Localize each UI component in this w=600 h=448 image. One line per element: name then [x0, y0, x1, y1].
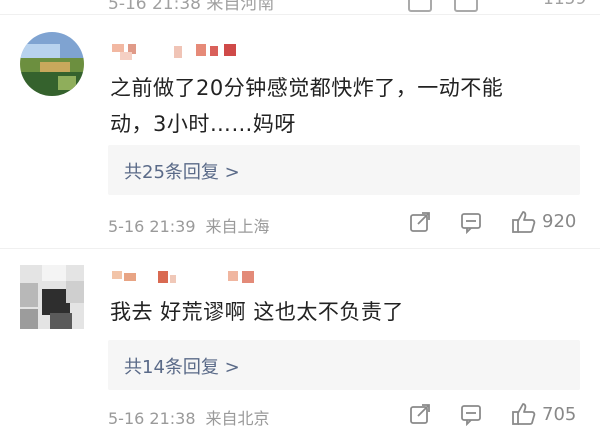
- view-replies-button[interactable]: 共25条回复 >: [108, 145, 580, 195]
- replies-label: 共14条回复 >: [124, 357, 240, 378]
- comment-text: 之前做了20分钟感觉都快炸了，一动不能 动，3小时……妈呀: [110, 70, 570, 142]
- nickname-mosaic[interactable]: [112, 44, 262, 64]
- comment-icon[interactable]: [459, 402, 483, 426]
- comment-location: 来自上海: [205, 217, 270, 236]
- comment-icon[interactable]: [454, 0, 478, 12]
- previous-comment-meta: 5-16 21:38 来自河南: [108, 0, 275, 14]
- like-count: 920: [542, 211, 577, 232]
- replies-label: 共25条回复 >: [124, 162, 240, 183]
- comment-text: 我去 好荒谬啊 这也太不负责了: [110, 294, 570, 330]
- like-count: 705: [542, 404, 577, 425]
- share-icon[interactable]: [408, 210, 432, 234]
- nickname-mosaic[interactable]: [112, 271, 262, 291]
- thumbs-up-icon[interactable]: [510, 208, 538, 236]
- comment-meta: 5-16 21:38 来自北京: [108, 405, 270, 429]
- comment-time: 5-16 21:38: [108, 409, 196, 428]
- share-icon[interactable]: [408, 402, 432, 426]
- previous-like-count: 1159: [543, 0, 586, 9]
- share-icon[interactable]: [408, 0, 432, 12]
- comment-item: 我去 好荒谬啊 这也太不负责了 共14条回复 > 5-16 21:38 来自北京 …: [0, 249, 600, 448]
- thumbs-up-icon[interactable]: [510, 400, 538, 428]
- avatar[interactable]: [20, 265, 84, 329]
- comment-meta: 5-16 21:39 来自上海: [108, 213, 270, 237]
- comment-text-line: 之前做了20分钟感觉都快炸了，一动不能: [110, 76, 504, 100]
- comment-time: 5-16 21:39: [108, 217, 196, 236]
- comment-text-line: 动，3小时……妈呀: [110, 112, 296, 136]
- comment-text-line: 我去 好荒谬啊 这也太不负责了: [110, 300, 404, 324]
- avatar[interactable]: [20, 32, 84, 96]
- previous-comment-fragment: 5-16 21:38 来自河南 1159: [0, 0, 600, 14]
- comment-location: 来自北京: [205, 409, 270, 428]
- view-replies-button[interactable]: 共14条回复 >: [108, 340, 580, 390]
- comment-icon[interactable]: [459, 210, 483, 234]
- comment-item: 之前做了20分钟感觉都快炸了，一动不能 动，3小时……妈呀 共25条回复 > 5…: [0, 14, 600, 248]
